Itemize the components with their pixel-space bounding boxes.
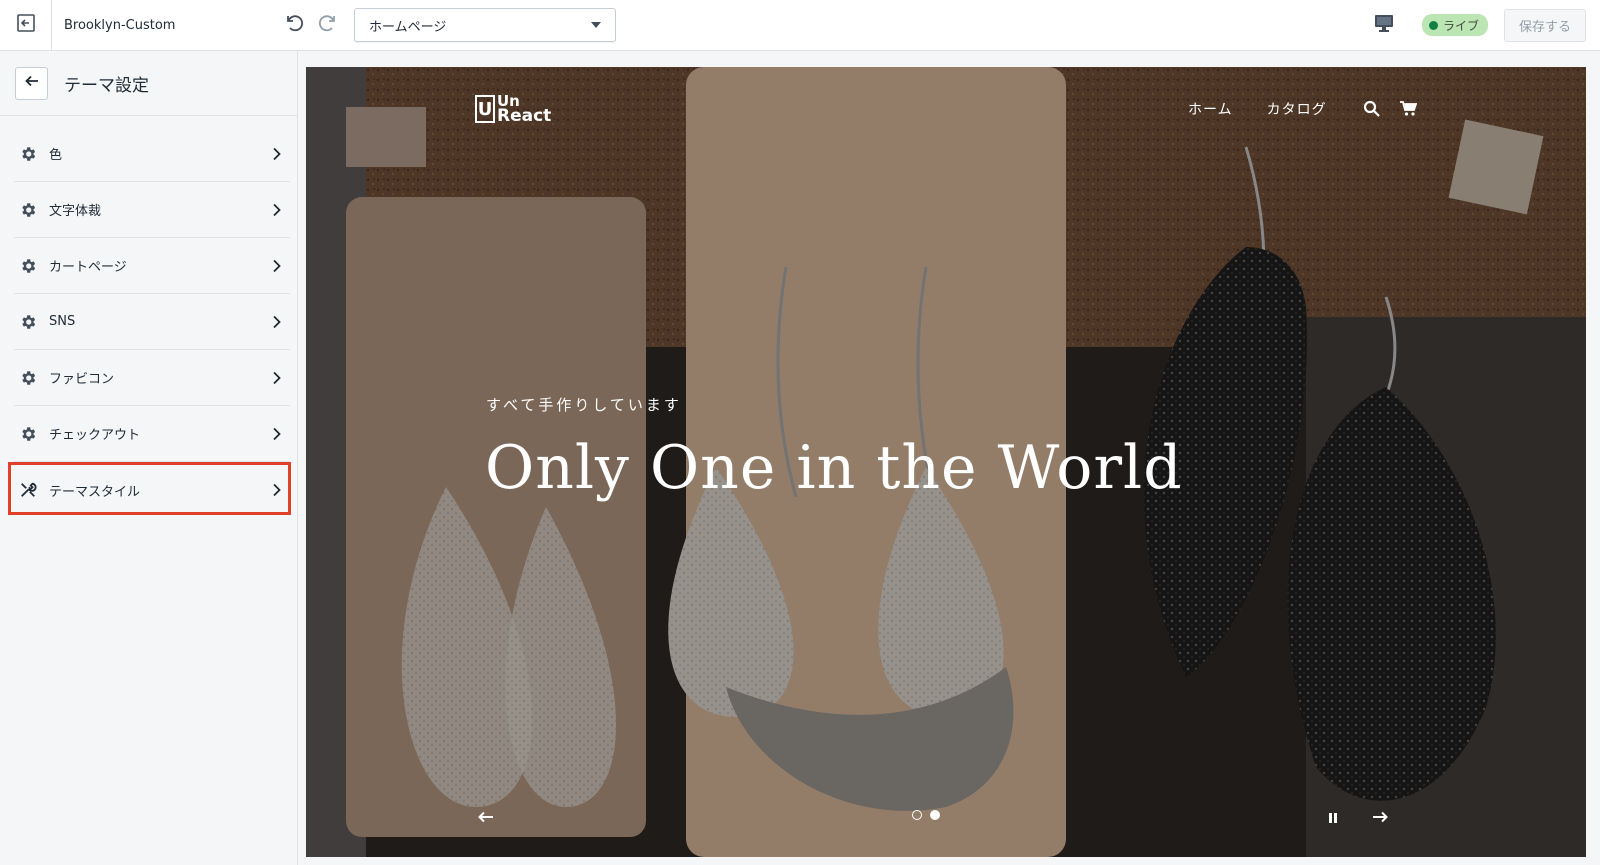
search-icon[interactable] bbox=[1361, 98, 1383, 120]
chevron-right-icon bbox=[270, 371, 284, 385]
gear-icon bbox=[19, 313, 37, 331]
slide-dots bbox=[912, 810, 940, 820]
exit-icon bbox=[16, 13, 36, 37]
menu-item-label: ファビコン bbox=[49, 372, 115, 387]
theme-name: Brooklyn-Custom bbox=[64, 17, 176, 33]
theme-settings-menu: 色 文字体裁 カートページ SNS ファビコン チェックアウト テーマスタイル bbox=[0, 116, 297, 518]
store-logo[interactable]: U Un React bbox=[475, 92, 552, 126]
chevron-right-icon bbox=[270, 427, 284, 441]
slide-next-button[interactable] bbox=[1368, 805, 1392, 829]
arrow-right-icon bbox=[1372, 808, 1388, 827]
hero-title: Only One in the World bbox=[485, 433, 1183, 503]
menu-item-label: 色 bbox=[49, 148, 63, 163]
store-preview: U Un React ホーム カタログ すべて手作りしています Only One… bbox=[306, 67, 1586, 857]
undo-icon bbox=[283, 12, 305, 38]
gear-icon bbox=[19, 201, 37, 219]
gear-icon bbox=[19, 369, 37, 387]
menu-item-theme-style[interactable]: テーマスタイル bbox=[8, 462, 291, 518]
hero-subtitle: すべて手作りしています bbox=[486, 396, 682, 414]
menu-item-typography[interactable]: 文字体裁 bbox=[14, 182, 290, 238]
slide-pause-button[interactable] bbox=[1321, 806, 1345, 830]
menu-item-cart-page[interactable]: カートページ bbox=[14, 238, 290, 294]
sidebar: テーマ設定 色 文字体裁 カートページ SNS ファビコン チェックアウト テー… bbox=[0, 51, 298, 865]
menu-item-favicon[interactable]: ファビコン bbox=[14, 350, 290, 406]
page-select-value: ホームページ bbox=[369, 19, 447, 35]
menu-item-checkout[interactable]: チェックアウト bbox=[14, 406, 290, 462]
undo-button[interactable] bbox=[282, 13, 306, 37]
store-nav: ホーム カタログ bbox=[1188, 98, 1433, 120]
cart-icon[interactable] bbox=[1397, 98, 1419, 120]
chevron-right-icon bbox=[270, 147, 284, 161]
tools-icon bbox=[19, 481, 37, 499]
desktop-icon bbox=[1374, 14, 1394, 36]
redo-icon bbox=[317, 12, 339, 38]
pause-icon bbox=[1328, 809, 1338, 828]
sidebar-header: テーマ設定 bbox=[0, 51, 297, 116]
menu-item-label: カートページ bbox=[49, 260, 127, 275]
live-label: ライブ bbox=[1442, 18, 1479, 33]
desktop-view-button[interactable] bbox=[1370, 11, 1398, 39]
gear-icon bbox=[19, 257, 37, 275]
chevron-down-icon bbox=[591, 22, 601, 28]
gear-icon bbox=[19, 425, 37, 443]
top-bar: Brooklyn-Custom ホームページ ライブ 保存する bbox=[0, 0, 1600, 51]
nav-link-catalog[interactable]: カタログ bbox=[1267, 99, 1327, 119]
logo-mark: U bbox=[475, 95, 495, 123]
redo-button[interactable] bbox=[316, 13, 340, 37]
exit-editor-button[interactable] bbox=[0, 0, 52, 51]
slide-dot-1[interactable] bbox=[912, 810, 922, 820]
sidebar-title: テーマ設定 bbox=[64, 75, 149, 96]
save-button[interactable]: 保存する bbox=[1504, 8, 1586, 42]
slide-dot-2[interactable] bbox=[930, 810, 940, 820]
menu-item-label: 文字体裁 bbox=[49, 204, 102, 219]
back-button[interactable] bbox=[15, 66, 48, 100]
nav-link-home[interactable]: ホーム bbox=[1188, 99, 1233, 119]
gear-icon bbox=[19, 145, 37, 163]
arrow-left-icon bbox=[478, 808, 494, 827]
chevron-right-icon bbox=[270, 315, 284, 329]
chevron-right-icon bbox=[270, 259, 284, 273]
live-dot bbox=[1428, 20, 1438, 30]
arrow-left-icon bbox=[24, 73, 40, 93]
page-select[interactable]: ホームページ bbox=[354, 8, 616, 42]
chevron-right-icon bbox=[270, 483, 284, 497]
menu-item-label: チェックアウト bbox=[49, 428, 141, 443]
slide-prev-button[interactable] bbox=[474, 805, 498, 829]
live-status-badge: ライブ bbox=[1421, 14, 1488, 36]
menu-item-sns[interactable]: SNS bbox=[14, 294, 290, 350]
menu-item-colors[interactable]: 色 bbox=[14, 126, 290, 182]
menu-item-label: SNS bbox=[49, 314, 76, 329]
chevron-right-icon bbox=[270, 203, 284, 217]
logo-text: Un React bbox=[497, 92, 552, 126]
menu-item-label: テーマスタイル bbox=[49, 484, 141, 500]
